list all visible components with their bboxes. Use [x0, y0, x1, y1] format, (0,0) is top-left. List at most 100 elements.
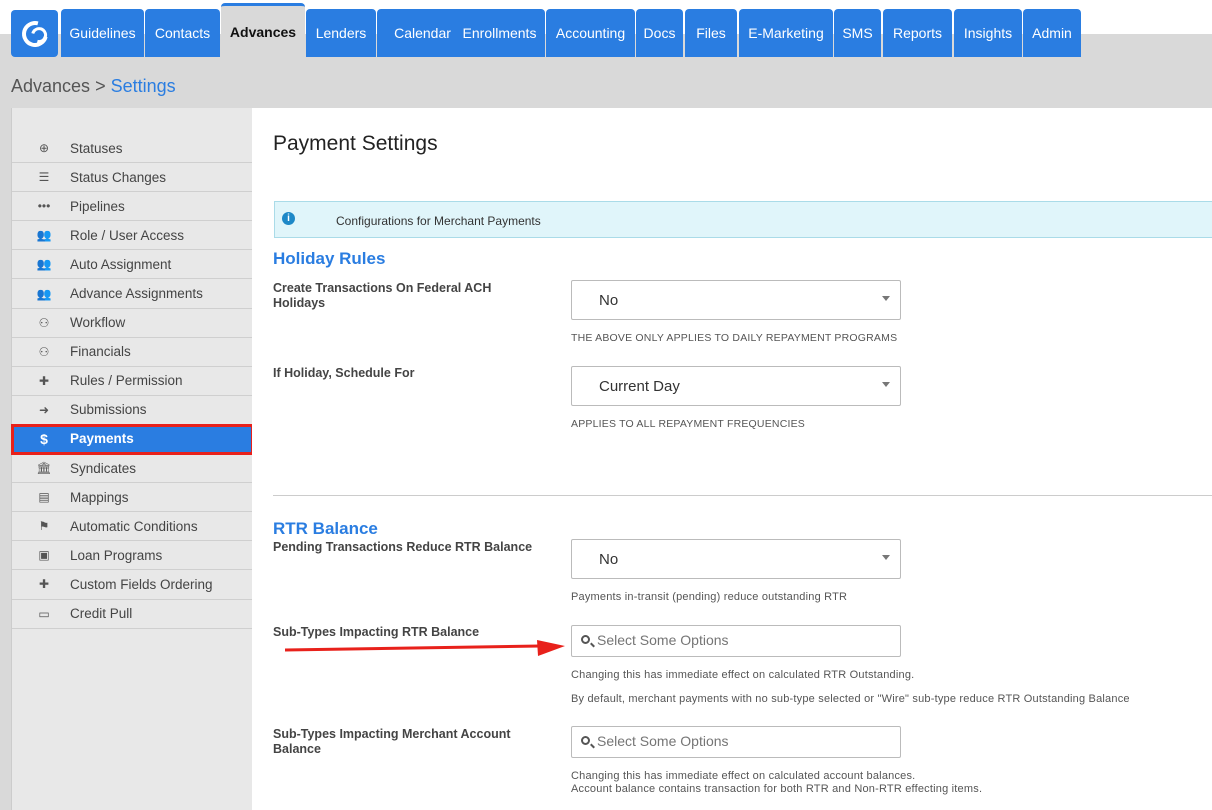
- sidebar-item-label: Submissions: [70, 402, 147, 418]
- annotation-arrow-icon: [285, 640, 565, 656]
- sidebar-item-label: Automatic Conditions: [70, 518, 198, 534]
- federal-holidays-help: THE ABOVE ONLY APPLIES TO DAILY REPAYMEN…: [571, 332, 898, 344]
- sidebar-item-automatic-conditions[interactable]: ⚑ Automatic Conditions: [12, 512, 253, 542]
- tab-e-marketing[interactable]: E-Marketing: [739, 9, 833, 57]
- sidebar-list: ⊕ Statuses ☰ Status Changes ••• Pipelines 👥 Rol…: [11, 134, 254, 629]
- holiday-schedule-value: Current Day: [599, 378, 680, 395]
- flag-icon: ⚑: [38, 519, 50, 534]
- sitemap-icon: ⚇: [38, 315, 50, 330]
- holiday-schedule-select[interactable]: Current Day: [571, 366, 901, 406]
- top-navigation: Guidelines Contacts Advances Lenders Calenda…: [0, 0, 1212, 58]
- tab-lenders[interactable]: Lenders: [306, 9, 376, 57]
- sidebar-item-label: Rules / Permission: [70, 373, 183, 389]
- pending-transactions-help: Payments in-transit (pending) reduce out…: [571, 591, 848, 603]
- subtypes-rtr-multiselect[interactable]: [571, 625, 901, 657]
- pending-transactions-label: Pending Transactions Reduce RTR Balance: [273, 540, 533, 554]
- subtypes-rtr-help-1: Changing this has immediate effect on ca…: [571, 669, 915, 681]
- sidebar-item-label: Pipelines: [70, 198, 125, 214]
- section-divider: [273, 495, 1212, 496]
- tab-files[interactable]: Files: [685, 9, 737, 57]
- sidebar-item-advance-assignments[interactable]: 👥 Advance Assignments: [12, 279, 253, 309]
- federal-holidays-select[interactable]: No: [571, 280, 901, 320]
- bars-icon: ☰: [38, 170, 50, 185]
- users-icon: 👥: [36, 257, 52, 272]
- info-icon: i: [282, 212, 295, 225]
- federal-holidays-value: No: [599, 292, 619, 309]
- sidebar-item-label: Mappings: [70, 489, 129, 505]
- sidebar-item-loan-programs[interactable]: ▣ Loan Programs: [12, 541, 253, 571]
- tab-enrollments[interactable]: Enrollments: [454, 9, 545, 57]
- tab-insights[interactable]: Insights: [954, 9, 1022, 57]
- sidebar-item-credit-pull[interactable]: ▭ Credit Pull: [12, 600, 253, 629]
- tab-accounting[interactable]: Accounting: [546, 9, 635, 57]
- sidebar-item-label: Custom Fields Ordering: [70, 576, 213, 592]
- breadcrumb: Advances > Settings: [11, 76, 176, 97]
- subtypes-merchant-multiselect[interactable]: [571, 726, 901, 758]
- subtypes-merchant-help-2: Account balance contains transaction for…: [571, 783, 983, 795]
- search-icon: [581, 736, 590, 745]
- dollar-icon: $: [40, 430, 48, 447]
- sidebar-item-rules-permission[interactable]: ✚ Rules / Permission: [12, 367, 253, 396]
- breadcrumb-parent[interactable]: Advances: [11, 76, 90, 96]
- pending-transactions-select[interactable]: No: [571, 539, 901, 579]
- holiday-rules-heading: Holiday Rules: [273, 249, 386, 268]
- puzzle-icon: ✚: [38, 373, 50, 388]
- subtypes-merchant-input[interactable]: [597, 733, 887, 749]
- file-icon: ▤: [38, 490, 50, 505]
- subtypes-merchant-help-1: Changing this has immediate effect on ca…: [571, 770, 916, 782]
- search-icon: [581, 635, 590, 644]
- puzzle-icon: ✚: [38, 577, 50, 592]
- briefcase-icon: ▣: [38, 548, 50, 563]
- tab-reports[interactable]: Reports: [883, 9, 952, 57]
- sidebar-item-submissions[interactable]: ➜ Submissions: [12, 396, 253, 425]
- arrow-head: [537, 640, 565, 656]
- holiday-schedule-help: APPLIES TO ALL REPAYMENT FREQUENCIES: [571, 418, 805, 430]
- sidebar-item-payments[interactable]: $ Payments: [11, 423, 254, 456]
- sitemap-icon: ⚇: [38, 344, 50, 359]
- federal-holidays-label: Create Transactions On Federal ACH Holid…: [273, 281, 492, 310]
- subtypes-rtr-label: Sub-Types Impacting RTR Balance: [273, 625, 480, 639]
- sidebar-item-custom-fields-ordering[interactable]: ✚ Custom Fields Ordering: [12, 570, 253, 600]
- sidebar-item-status-changes[interactable]: ☰ Status Changes: [12, 163, 253, 193]
- tab-docs[interactable]: Docs: [636, 9, 683, 57]
- pending-transactions-value: No: [599, 551, 619, 568]
- sidebar-item-auto-assignment[interactable]: 👥 Auto Assignment: [12, 250, 253, 280]
- sidebar-item-role-user-access[interactable]: 👥 Role / User Access: [12, 221, 253, 251]
- sidebar-item-mappings[interactable]: ▤ Mappings: [12, 483, 253, 513]
- sidebar-item-financials[interactable]: ⚇ Financials: [12, 338, 253, 367]
- sidebar-item-pipelines[interactable]: ••• Pipelines: [12, 192, 253, 222]
- breadcrumb-current[interactable]: Settings: [111, 76, 176, 96]
- subtypes-rtr-help-2: By default, merchant payments with no su…: [571, 693, 1130, 705]
- arrow-circle-icon: ➜: [38, 402, 50, 417]
- chevron-down-icon: [882, 382, 890, 387]
- sidebar-item-label: Statuses: [70, 140, 123, 156]
- sidebar-item-syndicates[interactable]: 🏛 Syndicates: [12, 454, 253, 484]
- sidebar-item-statuses[interactable]: ⊕ Statuses: [12, 134, 253, 164]
- sidebar-item-label: Syndicates: [70, 460, 137, 476]
- tab-advances[interactable]: Advances: [221, 3, 305, 57]
- tab-sms[interactable]: SMS: [834, 9, 881, 57]
- subtypes-merchant-label: Sub-Types Impacting Merchant Account Bal…: [273, 727, 511, 756]
- app-logo[interactable]: [11, 10, 58, 57]
- arrow-shaft: [285, 644, 541, 652]
- subtypes-rtr-input[interactable]: [597, 632, 887, 648]
- sidebar-item-workflow[interactable]: ⚇ Workflow: [12, 309, 253, 338]
- breadcrumb-separator: >: [95, 76, 106, 96]
- sidebar-item-label: Role / User Access: [70, 227, 185, 243]
- tab-admin[interactable]: Admin: [1023, 9, 1081, 57]
- sidebar-item-label: Credit Pull: [70, 606, 133, 622]
- alert-text: Configurations for Merchant Payments: [336, 214, 541, 228]
- page-title: Payment Settings: [273, 132, 438, 155]
- info-alert: i Configurations for Merchant Payments: [274, 201, 1212, 238]
- tab-guidelines[interactable]: Guidelines: [61, 9, 144, 57]
- bank-icon: 🏛: [36, 461, 52, 476]
- sidebar-item-label: Advance Assignments: [70, 286, 203, 302]
- chevron-down-icon: [882, 555, 890, 560]
- ellipsis-icon: •••: [37, 199, 51, 214]
- sidebar-item-label: Financials: [70, 344, 131, 360]
- main-content: Payment Settings i Configurations for Me…: [252, 108, 1212, 810]
- holiday-schedule-label: If Holiday, Schedule For: [273, 366, 415, 380]
- credit-card-icon: ▭: [38, 606, 50, 621]
- settings-sidebar: ⊕ Statuses ☰ Status Changes ••• Pipelines 👥 Rol…: [11, 108, 254, 810]
- tab-contacts[interactable]: Contacts: [145, 9, 220, 57]
